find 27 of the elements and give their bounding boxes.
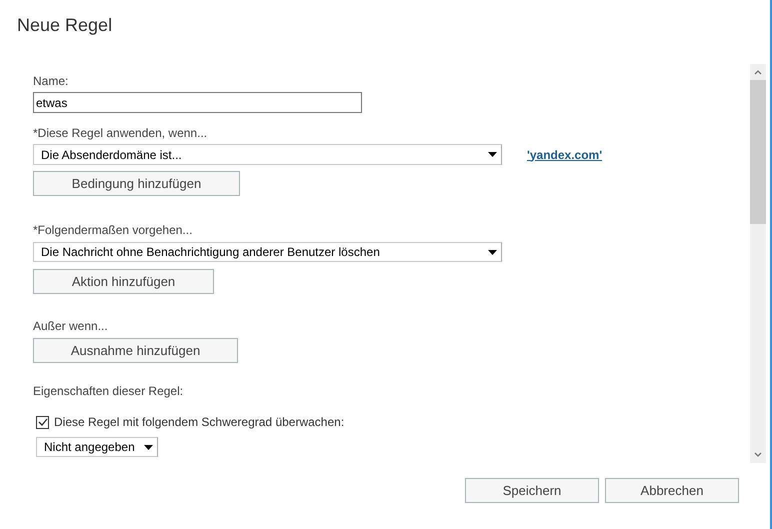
dialog-button[interactable]: Abbrechen xyxy=(605,478,739,503)
dropdown-value: Die Nachricht ohne Benachrichtigung anderer Benutzer löschen xyxy=(41,244,380,261)
scrollbar-thumb[interactable] xyxy=(750,80,766,224)
dialog-button[interactable]: Speichern xyxy=(465,478,599,503)
caret-icon xyxy=(488,250,497,254)
check-icon xyxy=(38,418,48,426)
action-dropdown[interactable]: Die Nachricht ohne Benachrichtigung anderer Benutzer löschen xyxy=(33,242,502,262)
field-label: Eigenschaften dieser Regel: xyxy=(33,384,184,398)
severity-dropdown[interactable]: Nicht angegeben xyxy=(36,437,158,457)
domain-link[interactable]: 'yandex.com' xyxy=(527,146,602,164)
caret-icon xyxy=(144,444,153,450)
dropdown-value: Nicht angegeben xyxy=(44,439,135,456)
scrollbar[interactable] xyxy=(750,64,766,463)
field-label: Außer wenn... xyxy=(33,319,109,333)
field-label: *Folgendermaßen vorgehen... xyxy=(33,223,194,237)
add-button[interactable]: Ausnahme hinzufügen xyxy=(33,338,238,363)
condition-dropdown[interactable]: Die Absenderdomäne ist... xyxy=(33,144,502,165)
add-button[interactable]: Bedingung hinzufügen xyxy=(33,171,240,196)
caret-icon xyxy=(488,152,497,157)
window-title: Neue Regel xyxy=(16,14,114,37)
dropdown-value: Die Absenderdomäne ist... xyxy=(41,146,182,164)
checkbox[interactable] xyxy=(36,416,49,428)
field-label: *Diese Regel anwenden, wenn... xyxy=(33,126,208,140)
field-label: Name: xyxy=(33,74,70,88)
name-input[interactable]: etwas xyxy=(33,92,362,113)
add-button[interactable]: Aktion hinzufügen xyxy=(33,269,214,294)
checkbox-label: Diese Regel mit folgendem Schweregrad überwachen: xyxy=(54,414,344,431)
